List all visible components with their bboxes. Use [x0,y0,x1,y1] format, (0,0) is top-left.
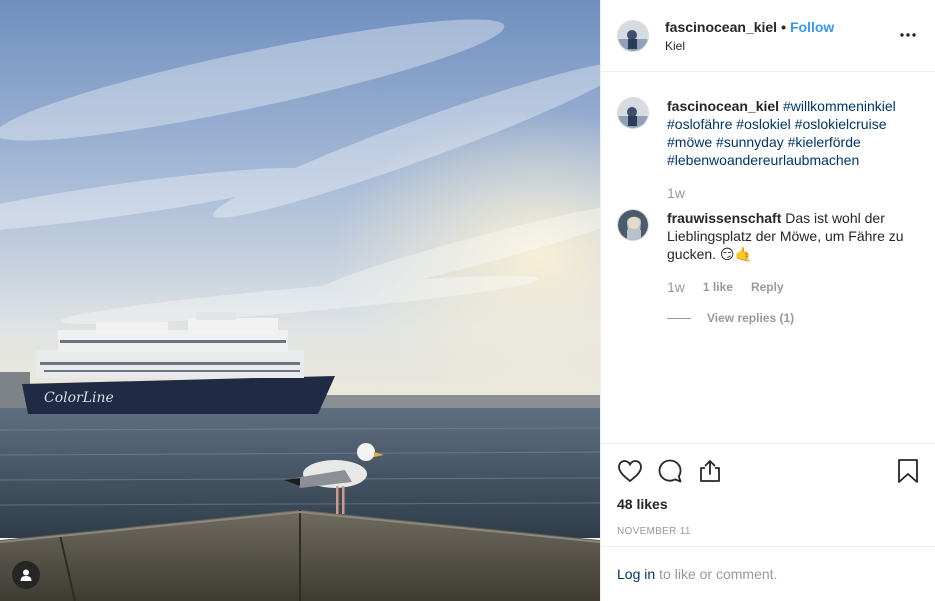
caption-avatar[interactable] [617,97,649,129]
hashtag-link[interactable]: #sunnyday [716,134,784,150]
comment-icon[interactable] [657,451,697,491]
post-date[interactable]: NOVEMBER 11 [617,526,919,537]
actions-section: 48 likes NOVEMBER 11 [601,443,935,537]
separator-dot: • [781,18,786,35]
caption-meta: 1w [667,185,919,201]
comment-item: frauwissenschaft Das ist wohl der Liebli… [617,209,919,263]
ship-hull-text: ColorLine [44,390,114,406]
likes-count[interactable]: 48 likes [617,496,919,512]
hashtag-link[interactable]: #willkommeninkiel [783,98,896,114]
hashtag-link[interactable]: #oslokielcruise [795,116,887,132]
reply-button[interactable]: Reply [751,280,784,294]
hashtag-link[interactable]: #möwe [667,134,712,150]
caption-username[interactable]: fascinocean_kiel [667,98,779,114]
login-prompt: Log in to like or comment. [601,546,935,601]
heart-icon[interactable] [617,451,657,491]
login-link[interactable]: Log in [617,566,655,582]
caption-text: fascinocean_kiel #willkommeninkiel #oslo… [667,97,896,169]
user-tag-icon[interactable] [12,561,40,589]
comment-time[interactable]: 1w [667,279,685,295]
hashtag-link[interactable]: #lebenwoandereurlaubmachen [667,152,859,168]
location-link[interactable]: Kiel [665,39,834,53]
commenter-avatar[interactable] [617,209,649,241]
share-icon[interactable] [697,451,737,491]
comment-likes[interactable]: 1 like [703,280,733,294]
hashtag-link[interactable]: #kielerförde [788,134,861,150]
login-prompt-text: to like or comment. [659,566,778,582]
view-replies-label: View replies (1) [707,311,795,325]
hashtag-link[interactable]: #oslofähre [667,116,732,132]
comments-section[interactable]: fascinocean_kiel #willkommeninkiel #oslo… [601,73,935,443]
comment-meta: 1w 1 like Reply [667,279,919,295]
commenter-username[interactable]: frauwissenschaft [667,210,781,226]
caption: fascinocean_kiel #willkommeninkiel #oslo… [617,97,919,169]
comment-text-block: frauwissenschaft Das ist wohl der Liebli… [667,209,919,263]
more-icon[interactable] [897,24,919,46]
follow-button[interactable]: Follow [790,19,834,35]
author-username[interactable]: fascinocean_kiel [665,19,777,35]
action-icons [617,444,919,498]
post-side-panel: fascinocean_kiel • Follow Kiel fascinoce… [600,0,935,601]
bookmark-icon[interactable] [879,451,919,491]
hashtag-link[interactable]: #oslokiel [736,116,790,132]
post-photo[interactable]: ColorLine [0,0,600,601]
photo-scene: ColorLine [0,0,600,601]
caption-time[interactable]: 1w [667,185,685,201]
author-avatar[interactable] [617,19,649,52]
replies-divider-line [667,317,691,319]
post-header: fascinocean_kiel • Follow Kiel [601,0,935,72]
post-modal: ColorLine fascinocean_kiel • Follow Kiel… [0,0,935,601]
view-replies-button[interactable]: View replies (1) [667,311,919,325]
